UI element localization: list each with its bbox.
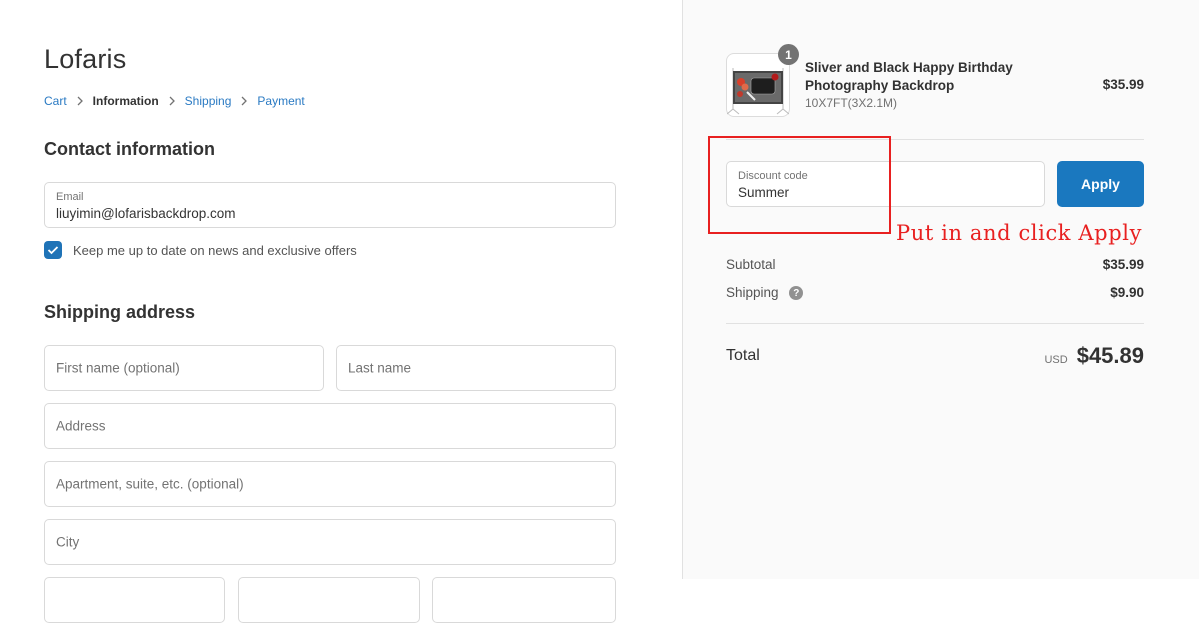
email-value: liuyimin@lofarisbackdrop.com [56, 206, 236, 221]
newsletter-label: Keep me up to date on news and exclusive… [73, 242, 357, 258]
city-placeholder: City [56, 534, 80, 550]
currency-code: USD [1044, 354, 1068, 366]
first-name-input[interactable]: First name (optional) [44, 345, 324, 391]
checkmark-icon [47, 246, 59, 255]
total-row: Total USD $45.89 [726, 343, 1144, 369]
first-name-placeholder: First name (optional) [56, 360, 180, 376]
last-name-input[interactable]: Last name [336, 345, 616, 391]
product-name: Sliver and Black Happy Birthday Photogra… [805, 60, 1013, 93]
annotation-text: Put in and click Apply [896, 221, 1143, 245]
chevron-right-icon [169, 96, 175, 106]
shipping-row: Shipping ? $9.90 [726, 285, 1144, 301]
divider [726, 323, 1144, 324]
breadcrumb: Cart Information Shipping Payment [44, 94, 305, 108]
breadcrumb-payment[interactable]: Payment [257, 94, 304, 108]
chevron-right-icon [77, 96, 83, 106]
product-thumbnail [726, 53, 790, 117]
discount-code-input[interactable]: Discount code Summer [726, 161, 1045, 207]
subtotal-row: Subtotal $35.99 [726, 257, 1144, 272]
store-logo[interactable]: Lofaris [44, 44, 126, 75]
subtotal-value: $35.99 [1102, 257, 1144, 272]
city-input[interactable]: City [44, 519, 616, 565]
newsletter-checkbox[interactable] [44, 241, 62, 259]
help-icon[interactable]: ? [789, 286, 804, 301]
shipping-address-heading: Shipping address [44, 302, 196, 322]
breadcrumb-shipping[interactable]: Shipping [185, 94, 232, 108]
checkout-main: Lofaris Cart Information Shipping Paymen… [0, 0, 682, 623]
product-price: $35.99 [1102, 77, 1144, 92]
state-select[interactable] [238, 577, 420, 623]
product-variant: 10X7FT(3X2.1M) [805, 96, 898, 110]
total-value: $45.89 [1076, 343, 1144, 368]
discount-code-label: Discount code [738, 170, 808, 182]
divider [726, 139, 1144, 140]
apartment-placeholder: Apartment, suite, etc. (optional) [56, 476, 244, 492]
shipping-label: Shipping [726, 285, 779, 300]
subtotal-label: Subtotal [726, 257, 776, 272]
apartment-input[interactable]: Apartment, suite, etc. (optional) [44, 461, 616, 507]
contact-information-heading: Contact information [44, 139, 215, 159]
address-input[interactable]: Address [44, 403, 616, 449]
product-image-icon [726, 68, 790, 115]
breadcrumb-cart[interactable]: Cart [44, 94, 67, 108]
newsletter-option[interactable]: Keep me up to date on news and exclusive… [44, 241, 357, 259]
quantity-badge: 1 [778, 44, 799, 65]
total-label: Total [726, 347, 760, 364]
discount-code-value: Summer [738, 185, 790, 200]
shipping-value: $9.90 [1110, 285, 1144, 301]
last-name-placeholder: Last name [348, 360, 412, 376]
country-select[interactable] [44, 577, 225, 623]
breadcrumb-information: Information [92, 94, 159, 108]
zip-input[interactable] [432, 577, 616, 623]
apply-discount-button[interactable]: Apply [1057, 161, 1144, 207]
email-label: Email [56, 191, 84, 203]
address-placeholder: Address [56, 418, 106, 434]
email-field[interactable]: Email liuyimin@lofarisbackdrop.com [44, 182, 616, 228]
chevron-right-icon [241, 96, 248, 106]
